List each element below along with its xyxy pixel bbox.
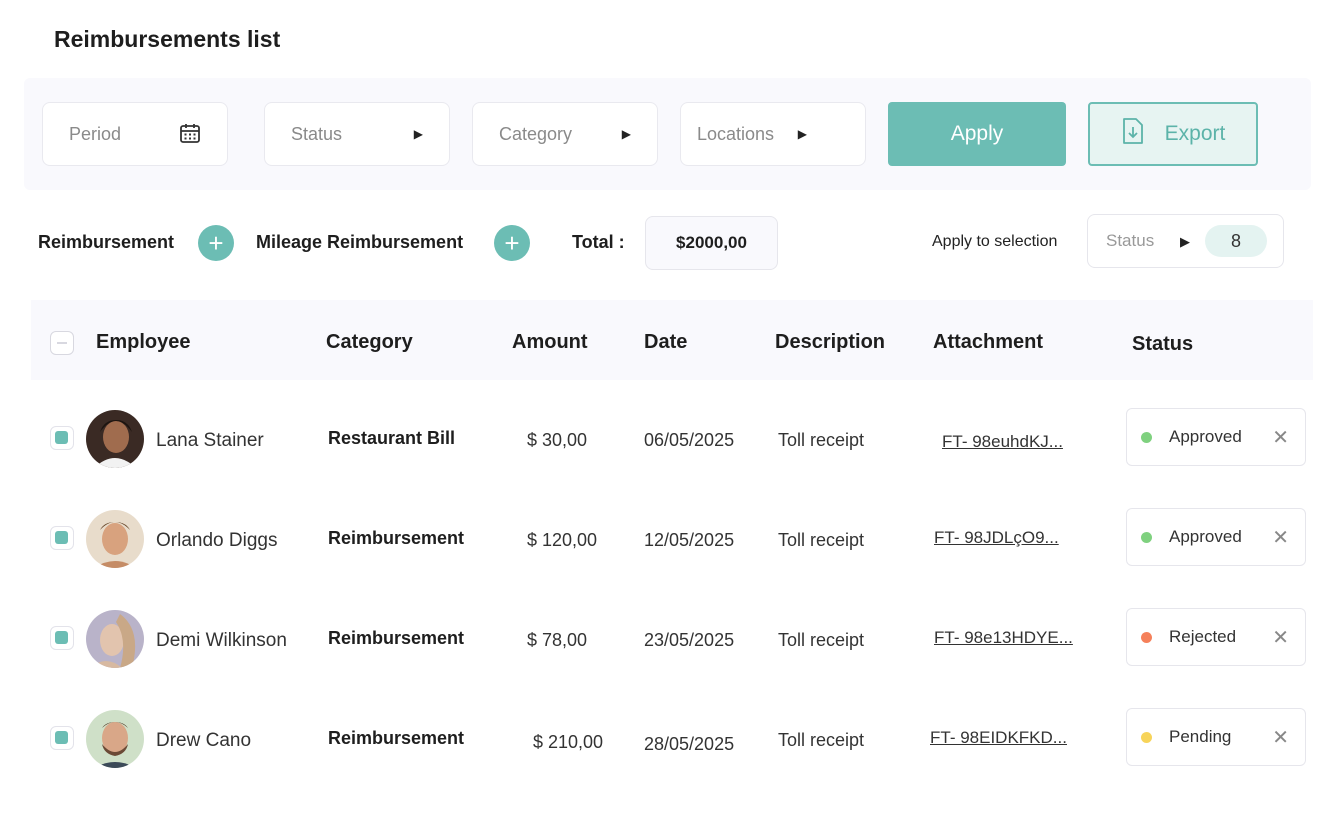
employee-name: Drew Cano <box>156 730 252 751</box>
calendar-icon <box>179 122 201 147</box>
row-date: 12/05/2025 <box>644 530 735 550</box>
employee-name: Demi Wilkinson <box>156 630 287 651</box>
category-filter-label: Category <box>499 123 573 144</box>
close-icon[interactable]: ✕ <box>1272 625 1289 650</box>
row-checkbox[interactable] <box>50 526 74 550</box>
header-status[interactable]: Status <box>1132 333 1193 356</box>
header-date[interactable]: Date <box>644 331 687 354</box>
row-date: 06/05/2025 <box>644 430 735 450</box>
row-amount: $ 30,00 <box>527 430 588 450</box>
caret-right-icon: ▶ <box>797 127 807 141</box>
attachment-link[interactable]: FT- 98JDLçO9... <box>934 528 1059 548</box>
selection-status-select[interactable]: Status ▶ 8 <box>1087 214 1284 268</box>
row-category: Reimbursement <box>328 628 465 648</box>
row-category: Reimbursement <box>328 528 465 548</box>
status-text: Rejected <box>1169 627 1237 646</box>
table-row: Lana Stainer Restaurant Bill $ 30,00 06/… <box>0 400 1344 480</box>
header-category[interactable]: Category <box>326 331 413 354</box>
header-attachment[interactable]: Attachment <box>933 331 1043 354</box>
mileage-reimbursement-label: Mileage Reimbursement <box>256 232 464 252</box>
table-row: Drew Cano Reimbursement $ 210,00 28/05/2… <box>0 700 1344 780</box>
table-row: Orlando Diggs Reimbursement $ 120,00 12/… <box>0 500 1344 580</box>
row-date: 23/05/2025 <box>644 630 735 650</box>
header-amount[interactable]: Amount <box>512 331 588 354</box>
attachment-link[interactable]: FT- 98EIDKFKD... <box>930 728 1067 748</box>
row-amount: $ 210,00 <box>533 732 604 752</box>
caret-right-icon: ▶ <box>413 127 423 141</box>
page-title: Reimbursements list <box>54 26 281 52</box>
avatar <box>86 510 144 568</box>
avatar <box>86 710 144 768</box>
close-icon[interactable]: ✕ <box>1272 725 1289 750</box>
employee-name: Lana Stainer <box>156 430 264 451</box>
avatar <box>86 410 144 468</box>
status-badge[interactable]: Pending ✕ <box>1126 708 1306 766</box>
export-button[interactable]: Export <box>1088 102 1258 166</box>
status-text: Pending <box>1169 727 1232 746</box>
status-filter-label: Status <box>291 123 343 144</box>
category-filter[interactable]: Category ▶ <box>472 102 658 166</box>
add-reimbursement-button[interactable]: + <box>198 225 234 261</box>
apply-button[interactable]: Apply <box>888 102 1066 166</box>
status-filter[interactable]: Status ▶ <box>264 102 450 166</box>
attachment-link[interactable]: FT- 98e13HDYE... <box>934 628 1073 648</box>
status-dot <box>1141 532 1152 543</box>
row-checkbox[interactable] <box>50 726 74 750</box>
row-checkbox[interactable] <box>50 426 74 450</box>
plus-icon: + <box>504 228 520 258</box>
selection-count-badge: 8 <box>1205 225 1267 257</box>
row-checkbox[interactable] <box>50 626 74 650</box>
export-button-label: Export <box>1164 122 1226 145</box>
locations-filter[interactable]: Locations ▶ <box>680 102 866 166</box>
caret-right-icon: ▶ <box>621 127 631 141</box>
row-date: 28/05/2025 <box>644 734 735 754</box>
attachment-link[interactable]: FT- 98euhdKJ... <box>942 432 1063 452</box>
employee-name: Orlando Diggs <box>156 530 278 551</box>
status-dot <box>1141 432 1152 443</box>
row-amount: $ 120,00 <box>527 530 598 550</box>
plus-icon: + <box>208 228 224 258</box>
row-description: Toll receipt <box>778 430 865 450</box>
download-file-icon <box>1121 117 1145 151</box>
reimbursement-label: Reimbursement <box>38 232 175 252</box>
period-label: Period <box>69 123 122 144</box>
row-category: Restaurant Bill <box>328 428 456 448</box>
locations-filter-label: Locations <box>697 123 775 144</box>
total-value: $2000,00 <box>645 216 778 270</box>
header-description[interactable]: Description <box>775 331 885 354</box>
row-category: Reimbursement <box>328 728 465 748</box>
status-text: Approved <box>1169 527 1242 546</box>
add-mileage-button[interactable]: + <box>494 225 530 261</box>
select-all-checkbox[interactable] <box>50 331 74 355</box>
row-description: Toll receipt <box>778 730 865 750</box>
selection-status-label: Status <box>1106 231 1155 250</box>
caret-right-icon: ▶ <box>1180 234 1190 249</box>
close-icon[interactable]: ✕ <box>1272 525 1289 550</box>
apply-to-selection-label: Apply to selection <box>932 233 1058 250</box>
period-filter[interactable]: Period <box>42 102 228 166</box>
row-description: Toll receipt <box>778 530 865 550</box>
status-dot <box>1141 732 1152 743</box>
close-icon[interactable]: ✕ <box>1272 425 1289 450</box>
row-amount: $ 78,00 <box>527 630 588 650</box>
status-badge[interactable]: Rejected ✕ <box>1126 608 1306 666</box>
apply-button-label: Apply <box>950 122 1004 145</box>
avatar <box>86 610 144 668</box>
status-badge[interactable]: Approved ✕ <box>1126 508 1306 566</box>
table-row: Demi Wilkinson Reimbursement $ 78,00 23/… <box>0 600 1344 680</box>
header-employee[interactable]: Employee <box>96 331 190 354</box>
total-label: Total : <box>572 232 625 252</box>
status-text: Approved <box>1169 427 1242 446</box>
status-badge[interactable]: Approved ✕ <box>1126 408 1306 466</box>
status-dot <box>1141 632 1152 643</box>
row-description: Toll receipt <box>778 630 865 650</box>
